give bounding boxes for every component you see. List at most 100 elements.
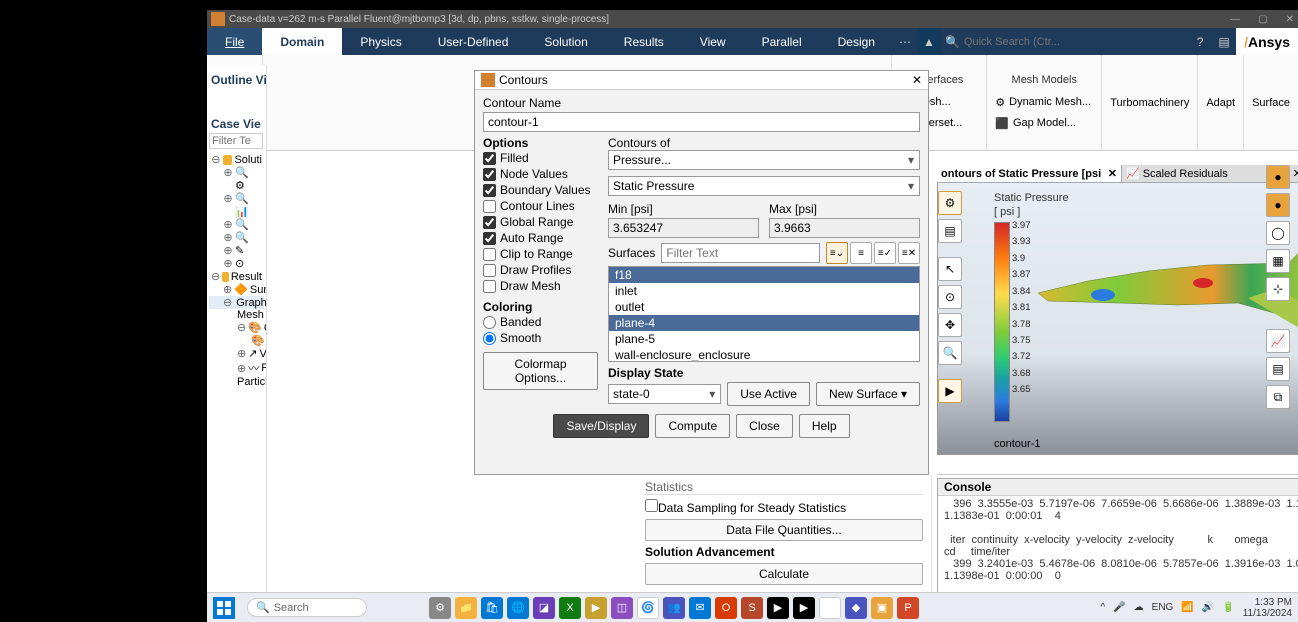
app-icon[interactable]: ▶: [793, 597, 815, 619]
banded-radio[interactable]: [483, 316, 496, 329]
start-button[interactable]: [213, 597, 235, 619]
grid-icon[interactable]: ▦: [1266, 249, 1290, 273]
close-icon[interactable]: ✕: [1108, 167, 1117, 180]
tab-solution[interactable]: Solution: [526, 28, 605, 55]
tab-parallel[interactable]: Parallel: [744, 28, 820, 55]
fluent-icon[interactable]: ▣: [871, 597, 893, 619]
surfaces-deselect-icon[interactable]: ≡✕: [898, 242, 920, 264]
surfaces-filter-icon[interactable]: ≡⌄: [826, 242, 848, 264]
volume-icon[interactable]: 🔊: [1202, 602, 1214, 613]
tree-results[interactable]: ⊖Result: [209, 270, 264, 283]
sphere-icon[interactable]: ●: [1266, 165, 1290, 189]
excel-icon[interactable]: X: [559, 597, 581, 619]
filter-input[interactable]: [209, 133, 263, 149]
play-icon[interactable]: ▶: [938, 379, 962, 403]
contour-lines-checkbox[interactable]: [483, 200, 496, 213]
compute-button[interactable]: Compute: [655, 414, 730, 438]
wifi-icon[interactable]: 📶: [1181, 602, 1193, 613]
calculate-button[interactable]: Calculate: [645, 563, 923, 585]
axes-icon[interactable]: ⊹: [1266, 277, 1290, 301]
sphere2-icon[interactable]: ●: [1266, 193, 1290, 217]
smooth-radio[interactable]: [483, 332, 496, 345]
tree-vectors[interactable]: ⊕↗Vectors: [209, 347, 264, 360]
clock-time[interactable]: 1:33 PM: [1243, 597, 1292, 608]
mic-icon[interactable]: 🎤: [1113, 602, 1125, 613]
help-button[interactable]: Help: [799, 414, 850, 438]
office-icon[interactable]: O: [715, 597, 737, 619]
edge-icon[interactable]: 🌐: [507, 597, 529, 619]
outlook-icon[interactable]: ✉: [689, 597, 711, 619]
circle-icon[interactable]: ◯: [1266, 221, 1290, 245]
tree-contours[interactable]: ⊖🎨Contours: [209, 321, 264, 334]
maximize-button[interactable]: ▢: [1258, 14, 1267, 25]
tab-view[interactable]: View: [682, 28, 744, 55]
app-icon[interactable]: ▶: [767, 597, 789, 619]
canvas-tab-contours[interactable]: ontours of Static Pressure [psi✕: [937, 165, 1122, 182]
tab-design[interactable]: Design: [820, 28, 893, 55]
min-input[interactable]: [608, 218, 759, 238]
teams-icon[interactable]: 👥: [663, 597, 685, 619]
surfaces-sort-icon[interactable]: ≡: [850, 242, 872, 264]
gap-model-button[interactable]: ⬛ Gap Model...: [995, 115, 1093, 132]
tab-domain[interactable]: Domain: [262, 28, 342, 55]
save-display-button[interactable]: Save/Display: [553, 414, 649, 438]
store-icon[interactable]: 🛍: [481, 597, 503, 619]
minimize-button[interactable]: —: [1230, 14, 1240, 25]
data-sampling-checkbox[interactable]: [645, 499, 658, 512]
help-icon[interactable]: ?: [1188, 28, 1212, 55]
surfaces-filter-input[interactable]: [661, 243, 820, 263]
auto-range-checkbox[interactable]: [483, 232, 496, 245]
global-range-checkbox[interactable]: [483, 216, 496, 229]
zoom-icon[interactable]: 🔍: [938, 341, 962, 365]
turbomachinery-button[interactable]: Turbomachinery: [1102, 55, 1198, 150]
chart-icon[interactable]: 📈: [1266, 329, 1290, 353]
draw-profiles-checkbox[interactable]: [483, 264, 496, 277]
console-output[interactable]: 396 3.3555e-03 5.7197e-06 7.6659e-06 5.6…: [938, 496, 1298, 584]
data-file-quantities-button[interactable]: Data File Quantities...: [645, 519, 923, 541]
chevron-up-icon[interactable]: ^: [1101, 602, 1106, 613]
display-state-select[interactable]: state-0: [608, 384, 721, 404]
app-icon[interactable]: ⚙: [429, 597, 451, 619]
app-icon[interactable]: ◆: [845, 597, 867, 619]
use-active-button[interactable]: Use Active: [727, 382, 810, 406]
lang-icon[interactable]: ENG: [1152, 602, 1174, 613]
tree-graphics[interactable]: ⊖Graphics: [209, 296, 264, 309]
table-icon[interactable]: ▤: [1266, 357, 1290, 381]
field-variable-select[interactable]: Static Pressure: [608, 176, 920, 196]
app-icon[interactable]: ◫: [611, 597, 633, 619]
surface-plane-5[interactable]: plane-5: [609, 331, 919, 347]
tree-contour-1[interactable]: 🎨contour-1: [209, 334, 264, 347]
surface-plane-4[interactable]: plane-4: [609, 315, 919, 331]
tab-user-defined[interactable]: User-Defined: [420, 28, 527, 55]
tree-surfaces[interactable]: ⊕🔶Surfaces: [209, 283, 264, 296]
tree-particle[interactable]: Particle Tracks: [209, 376, 264, 388]
new-surface-button[interactable]: New Surface ▾: [816, 382, 920, 406]
ribbon-up-icon[interactable]: ▲: [917, 28, 941, 55]
surfaces-list[interactable]: f18 inlet outlet plane-4 plane-5 wall-en…: [608, 266, 920, 362]
surface-outlet[interactable]: outlet: [609, 299, 919, 315]
surfaces-select-all-icon[interactable]: ≡✓: [874, 242, 896, 264]
layers-icon[interactable]: ▤: [938, 219, 962, 243]
quick-search-input[interactable]: [964, 36, 1064, 48]
tab-physics[interactable]: Physics: [342, 28, 419, 55]
surface-wall[interactable]: wall-enclosure_enclosure: [609, 347, 919, 362]
field-category-select[interactable]: Pressure...: [608, 150, 920, 170]
clock-date[interactable]: 11/13/2024: [1243, 608, 1292, 619]
tree-pathlines[interactable]: ⊕〰Pathlines: [209, 360, 264, 376]
move-icon[interactable]: ✥: [938, 313, 962, 337]
draw-mesh-checkbox[interactable]: [483, 280, 496, 293]
taskbar-search[interactable]: 🔍 Search: [247, 598, 367, 617]
boundary-values-checkbox[interactable]: [483, 184, 496, 197]
canvas-viewport[interactable]: Static Pressure [ psi ] 3.97 3.93 3.9 3.…: [937, 165, 1298, 455]
surface-button[interactable]: Surface: [1244, 55, 1298, 150]
adapt-button[interactable]: Adapt: [1198, 55, 1244, 150]
layout-icon[interactable]: ▤: [1212, 28, 1236, 55]
opera-icon[interactable]: O: [819, 597, 841, 619]
powerpoint-icon[interactable]: P: [897, 597, 919, 619]
max-input[interactable]: [769, 218, 920, 238]
copy-icon[interactable]: ⧉: [1266, 385, 1290, 409]
tree-solution[interactable]: ⊖Soluti: [209, 153, 264, 166]
node-values-checkbox[interactable]: [483, 168, 496, 181]
system-tray[interactable]: ^ 🎤 ☁ ENG 📶 🔊 🔋 1:33 PM 11/13/2024: [1101, 597, 1293, 619]
close-dialog-button[interactable]: Close: [736, 414, 793, 438]
